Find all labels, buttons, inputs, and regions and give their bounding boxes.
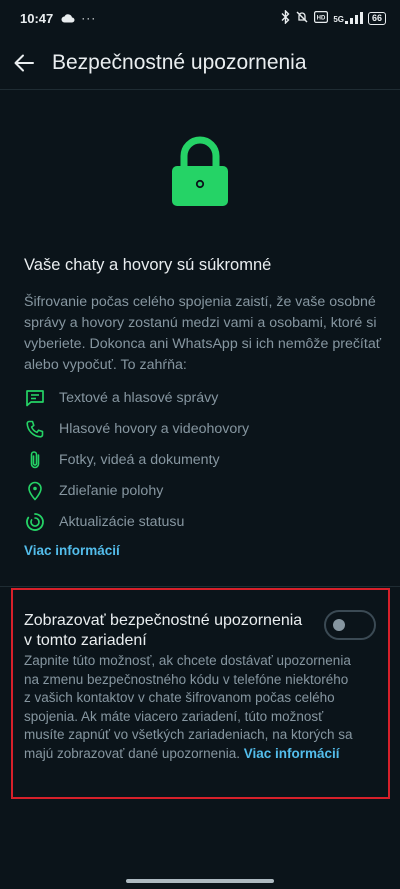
page-title: Bezpečnostné upozornenia bbox=[52, 50, 307, 74]
svg-text:HD: HD bbox=[317, 15, 326, 21]
back-button[interactable] bbox=[0, 39, 48, 87]
feature-item: Aktualizácie statusu bbox=[24, 506, 384, 537]
bluetooth-icon bbox=[281, 8, 290, 27]
status-icon bbox=[24, 511, 46, 533]
feature-item: Zdieľanie polohy bbox=[24, 475, 384, 506]
security-notifications-toggle[interactable] bbox=[324, 610, 376, 640]
feature-item: Fotky, videá a dokumenty bbox=[24, 444, 384, 475]
divider bbox=[0, 586, 400, 587]
feature-label: Hlasové hovory a videohovory bbox=[59, 420, 250, 437]
feature-list: Textové a hlasové správy Hlasové hovory … bbox=[24, 382, 384, 537]
battery-icon: 66 bbox=[367, 11, 386, 25]
lock-icon bbox=[170, 136, 230, 208]
feature-item: Textové a hlasové správy bbox=[24, 382, 384, 413]
message-icon bbox=[24, 387, 46, 409]
home-indicator[interactable] bbox=[126, 879, 274, 883]
attachment-icon bbox=[24, 449, 46, 471]
location-icon bbox=[24, 480, 46, 502]
feature-label: Zdieľanie polohy bbox=[59, 482, 164, 499]
setting-title: Zobrazovať bezpečnostné upozornenia v to… bbox=[24, 612, 303, 649]
feature-label: Aktualizácie statusu bbox=[59, 513, 185, 530]
setting-description-text: Zapnite túto možnosť, ak chcete dostávať… bbox=[24, 653, 353, 761]
info-title: Vaše chaty a hovory sú súkromné bbox=[24, 256, 272, 274]
more-notifications-icon: ··· bbox=[81, 11, 97, 25]
feature-label: Textové a hlasové správy bbox=[59, 389, 219, 406]
info-description: Šifrovanie počas celého spojenia zaistí,… bbox=[24, 294, 382, 373]
status-time: 10:47 bbox=[20, 10, 54, 26]
feature-label: Fotky, videá a dokumenty bbox=[59, 451, 220, 468]
volte-icon: HD bbox=[314, 10, 329, 26]
mute-icon bbox=[295, 10, 309, 27]
phone-icon bbox=[24, 418, 46, 440]
signal-icon: 5G bbox=[333, 12, 363, 24]
app-bar: Bezpečnostné upozornenia bbox=[0, 36, 400, 90]
toggle-knob bbox=[333, 619, 345, 631]
more-info-link[interactable]: Viac informácií bbox=[24, 543, 120, 558]
feature-item: Hlasové hovory a videohovory bbox=[24, 413, 384, 444]
cloud-icon bbox=[61, 11, 75, 26]
setting-more-info-link[interactable]: Viac informácií bbox=[244, 746, 340, 761]
setting-description: Zapnite túto možnosť, ak chcete dostávať… bbox=[24, 652, 358, 763]
status-bar: 10:47 ··· HD 5G 66 bbox=[0, 0, 400, 36]
arrow-left-icon bbox=[14, 54, 34, 71]
